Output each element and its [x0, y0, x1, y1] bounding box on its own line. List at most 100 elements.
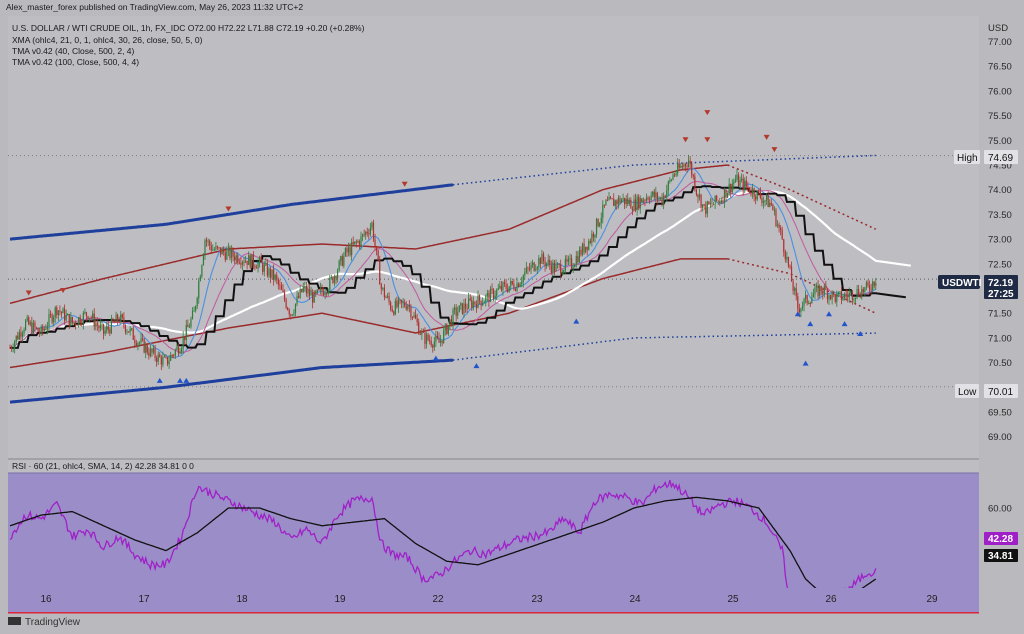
candle-body — [680, 166, 682, 168]
candle-body — [828, 295, 830, 300]
candle-body — [107, 326, 109, 330]
currency-label: USD — [988, 23, 1008, 34]
candle-body — [673, 174, 676, 176]
candle-body — [404, 302, 406, 307]
candle-body — [644, 200, 646, 202]
candle-body — [717, 200, 719, 202]
candle-body — [137, 343, 139, 346]
candle-body — [753, 188, 755, 197]
candle-body — [57, 310, 59, 316]
candle-body — [143, 339, 145, 353]
candle-body — [809, 302, 811, 304]
candle-body — [361, 234, 364, 237]
candle-body — [472, 301, 474, 308]
candle-body — [700, 194, 702, 209]
candle-body — [766, 194, 768, 201]
candle-body — [491, 288, 493, 290]
candle-body — [117, 314, 119, 322]
candle-body — [99, 325, 102, 329]
candle-body — [577, 256, 579, 263]
candle-body — [124, 325, 127, 332]
candle-body — [689, 160, 691, 164]
candle-body — [438, 338, 440, 343]
candle-body — [530, 264, 532, 270]
rsi-tick-label: 60.00 — [988, 504, 1012, 515]
candle-body — [118, 321, 120, 323]
candle-body — [513, 283, 515, 289]
candle-body — [42, 326, 44, 331]
candle-body — [814, 287, 816, 295]
candle-body — [390, 302, 392, 310]
candle-body — [101, 324, 103, 326]
candle-body — [756, 190, 758, 200]
candle-body — [870, 289, 872, 291]
y-tick-label: 69.50 — [988, 408, 1012, 419]
candle-body — [257, 262, 259, 269]
candle-body — [436, 335, 439, 339]
rsi-axis-ticks: 60.00 — [988, 504, 1012, 515]
candle-body — [25, 320, 27, 330]
candle-body — [844, 293, 846, 298]
candle-body — [385, 297, 387, 299]
rsi-label: RSI · 60 (21, ohlc4, SMA, 14, 2) 42.28 3… — [12, 461, 194, 471]
candle-body — [67, 314, 69, 316]
candle-body — [65, 314, 67, 321]
candle-body — [433, 341, 435, 348]
candle-body — [246, 260, 248, 265]
y-tick-label: 71.50 — [988, 309, 1012, 320]
candle-body — [505, 283, 507, 289]
candle-body — [825, 285, 827, 290]
candle-body — [493, 289, 495, 299]
candle-body — [736, 174, 738, 180]
publisher-text: Alex_master_forex published on TradingVi… — [6, 2, 303, 12]
candle-body — [723, 189, 726, 203]
candle-body — [34, 322, 36, 328]
candle-body — [667, 181, 669, 191]
candle-body — [21, 333, 24, 337]
candle-body — [688, 160, 690, 167]
candle-body — [631, 208, 634, 211]
candle-body — [845, 293, 847, 296]
candle-body — [497, 288, 499, 290]
candle-body — [652, 191, 654, 196]
candle-body — [478, 295, 481, 301]
candle-body — [803, 298, 805, 306]
candle-body — [221, 248, 223, 255]
candle-body — [408, 305, 410, 307]
candle-body — [595, 218, 598, 235]
candle-body — [524, 272, 526, 276]
candle-body — [212, 249, 214, 251]
candle-body — [374, 239, 376, 247]
candle-body — [224, 252, 226, 260]
candle-body — [550, 265, 552, 273]
candle-body — [759, 191, 761, 198]
candle-body — [801, 305, 804, 309]
candle-body — [555, 264, 557, 272]
indicator-xma: XMA (ohlc4, 21, 0, 1, ohlc4, 30, 26, clo… — [12, 35, 203, 45]
candle-body — [650, 195, 652, 200]
candle-body — [285, 299, 287, 308]
candle-body — [677, 163, 679, 174]
candle-body — [578, 249, 580, 263]
candle-body — [761, 197, 763, 203]
candle-body — [864, 287, 866, 293]
candle-body — [363, 234, 365, 236]
candle-body — [475, 303, 478, 309]
candle-body — [681, 166, 683, 168]
candle-body — [351, 242, 353, 256]
candle-body — [232, 249, 234, 257]
candle-body — [96, 323, 98, 326]
candle-body — [502, 282, 504, 291]
candle-body — [229, 247, 231, 259]
candle-body — [182, 336, 184, 349]
candle-body — [318, 289, 320, 291]
candle-body — [741, 178, 743, 181]
candle-body — [73, 322, 75, 324]
candle-body — [230, 249, 233, 259]
candle-body — [78, 317, 80, 326]
candle-body — [396, 300, 398, 308]
candle-body — [630, 199, 632, 209]
candle-body — [32, 322, 34, 333]
candle-body — [639, 198, 641, 209]
candle-body — [485, 295, 487, 302]
